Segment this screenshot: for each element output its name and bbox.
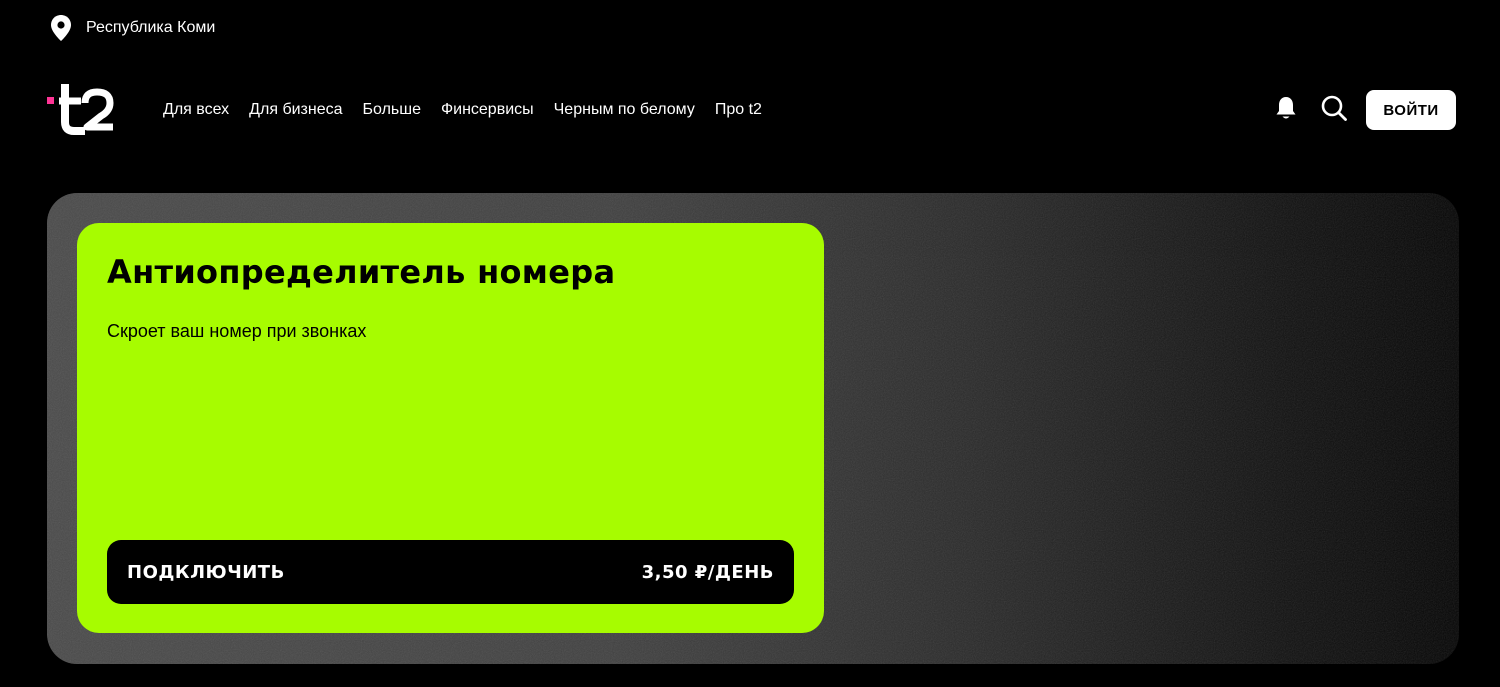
connect-label: ПОДКЛЮЧИТЬ [127, 561, 285, 583]
location-pin-icon [50, 14, 72, 42]
bell-icon [1274, 95, 1298, 126]
service-card: Антиопределитель номера Скроет ваш номер… [77, 223, 824, 633]
region-selector[interactable]: Республика Коми [50, 14, 215, 42]
price-label: 3,50 ₽/ДЕНЬ [641, 561, 774, 583]
login-button[interactable]: ВОЙТИ [1366, 90, 1456, 130]
service-title: Антиопределитель номера [107, 253, 616, 291]
service-subtitle: Скроет ваш номер при звонках [107, 321, 367, 341]
hero-banner: Антиопределитель номера Скроет ваш номер… [47, 193, 1459, 664]
search-button[interactable] [1316, 92, 1352, 128]
t2-logo[interactable] [47, 82, 119, 138]
nav-item-for-business[interactable]: Для бизнеса [249, 101, 342, 119]
nav-item-more[interactable]: Больше [363, 101, 421, 119]
nav-item-about-t2[interactable]: Про t2 [715, 101, 762, 119]
region-label: Республика Коми [86, 19, 216, 36]
connect-button[interactable]: ПОДКЛЮЧИТЬ 3,50 ₽/ДЕНЬ [107, 540, 794, 604]
search-icon [1320, 94, 1348, 127]
main-header: Для всех Для бизнеса Больше Финсервисы Ч… [0, 78, 1500, 142]
page: Республика Коми Для всех Для бизнеса Бол… [0, 0, 1500, 687]
header-actions: ВОЙТИ [1268, 90, 1456, 130]
nav-item-black-on-white[interactable]: Черным по белому [554, 101, 695, 119]
main-nav: Для всех Для бизнеса Больше Финсервисы Ч… [163, 78, 762, 142]
nav-item-finservices[interactable]: Финсервисы [441, 101, 534, 119]
notifications-button[interactable] [1268, 92, 1304, 128]
nav-item-for-all[interactable]: Для всех [163, 101, 229, 119]
